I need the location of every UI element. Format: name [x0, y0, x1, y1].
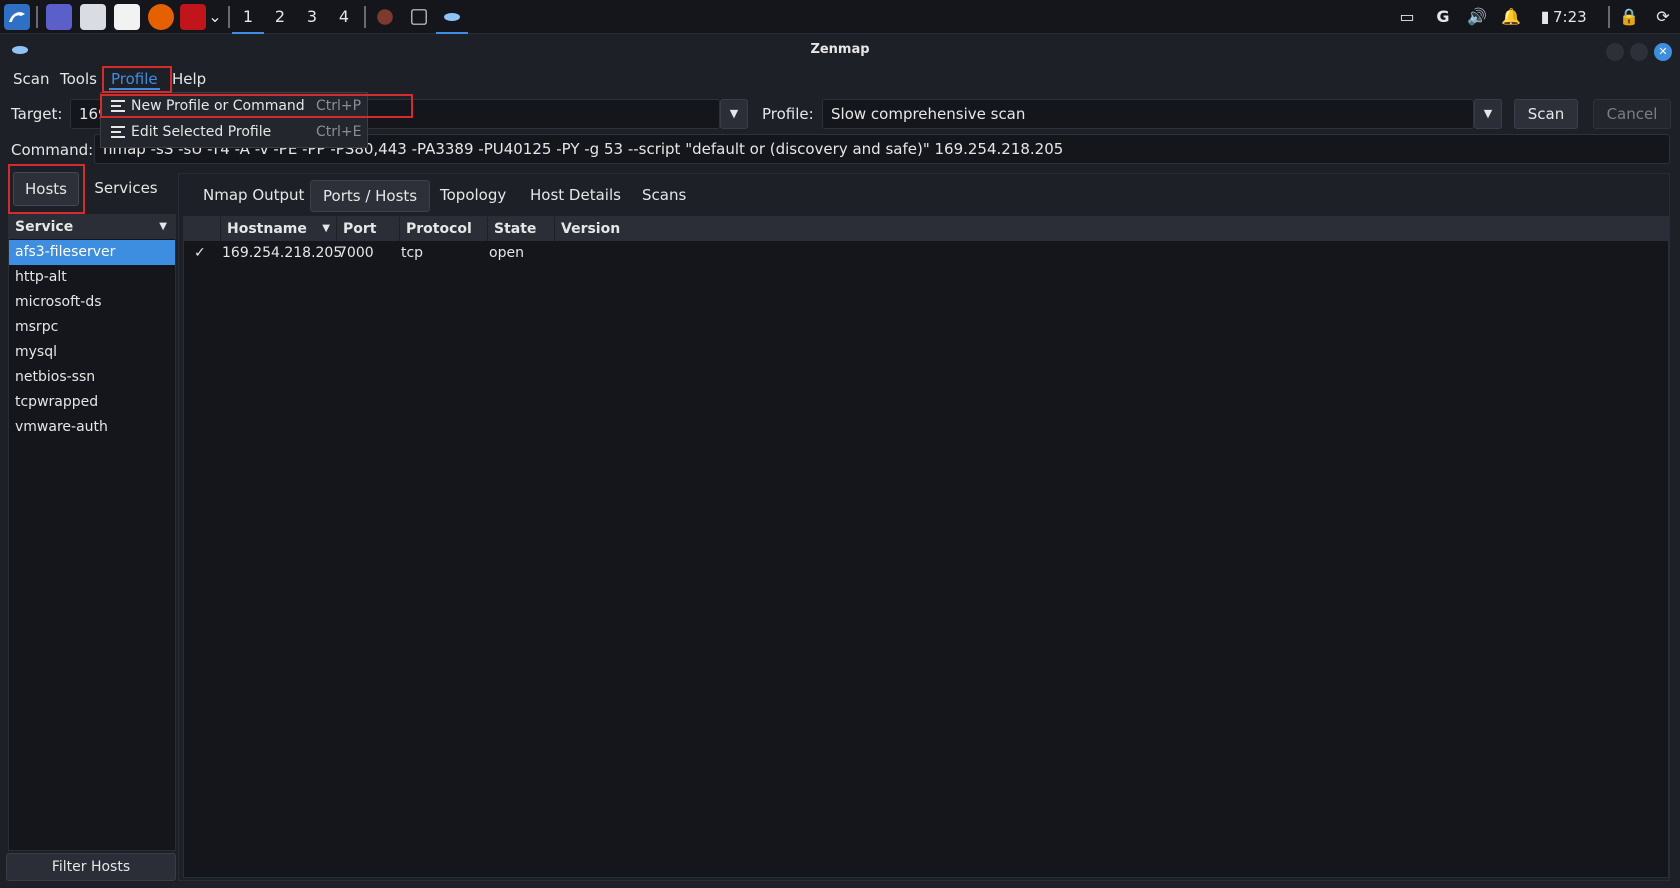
service-list: Service ▼ afs3-fileserver http-alt micro… — [8, 214, 176, 851]
service-item[interactable]: msrpc — [9, 315, 175, 340]
maximize-button[interactable] — [1630, 43, 1648, 61]
volume-icon[interactable]: 🔊 — [1466, 6, 1488, 28]
chevron-down-icon: ▼ — [159, 221, 167, 232]
target-label: Target: — [11, 105, 63, 123]
menubar: Scan Tools Profile Help — [0, 66, 1680, 94]
clock[interactable]: 7:23 — [1553, 0, 1587, 34]
tab-host-details[interactable]: Host Details — [518, 180, 633, 212]
menu-tools[interactable]: Tools — [58, 70, 99, 88]
scan-button[interactable]: Scan — [1514, 99, 1578, 129]
bell-icon[interactable]: 🔔 — [1500, 6, 1522, 28]
lock-icon[interactable]: 🔒 — [1618, 6, 1640, 28]
text-lines-icon — [111, 100, 125, 112]
service-item[interactable]: netbios-ssn — [9, 365, 175, 390]
tab-ports-hosts[interactable]: Ports / Hosts — [310, 180, 431, 212]
screen-icon[interactable]: ▭ — [1396, 6, 1418, 28]
service-column-header[interactable]: Service ▼ — [9, 215, 175, 239]
zenmap-window-icon[interactable] — [436, 0, 468, 34]
kali-menu-icon[interactable] — [4, 4, 30, 30]
g-icon[interactable]: G — [1432, 6, 1454, 28]
firefox-window-icon[interactable] — [377, 9, 393, 25]
workspace-2[interactable]: 2 — [264, 0, 296, 34]
window-title: Zenmap — [810, 42, 870, 57]
services-toggle[interactable]: Services — [86, 172, 166, 206]
command-label: Command: — [11, 141, 94, 159]
service-item[interactable]: afs3-fileserver — [9, 240, 175, 265]
workspace-4[interactable]: 4 — [328, 0, 360, 34]
close-button[interactable]: ✕ — [1654, 43, 1672, 61]
service-item[interactable]: microsoft-ds — [9, 290, 175, 315]
menu-item-edit-profile[interactable]: Edit Selected Profile Ctrl+E — [101, 120, 367, 146]
minimize-button[interactable] — [1606, 43, 1624, 61]
menu-item-label: Edit Selected Profile — [131, 124, 272, 140]
results-panel: Nmap Output Ports / Hosts Topology Host … — [178, 173, 1670, 881]
service-item[interactable]: mysql — [9, 340, 175, 365]
table-row[interactable]: ✓ 169.254.218.205 7000 tcp open — [184, 217, 1668, 269]
service-item[interactable]: tcpwrapped — [9, 390, 175, 415]
menu-item-new-profile[interactable]: New Profile or Command Ctrl+P — [101, 94, 367, 120]
window-titlebar: Zenmap ✕ — [0, 34, 1680, 66]
workspace-3[interactable]: 3 — [296, 0, 328, 34]
service-header-label: Service — [15, 219, 74, 235]
tab-scans[interactable]: Scans — [630, 180, 698, 212]
file-manager-icon[interactable] — [80, 4, 106, 30]
firefox-icon[interactable] — [148, 4, 174, 30]
service-item[interactable]: vmware-auth — [9, 415, 175, 440]
tab-topology[interactable]: Topology — [428, 180, 518, 212]
menu-item-shortcut: Ctrl+P — [316, 98, 362, 114]
tab-nmap-output[interactable]: Nmap Output — [191, 180, 316, 212]
taskbar: ⌄ 1 2 3 4 ▭ G 🔊 🔔 ▮ 7:23 🔒 ⟳ — [0, 0, 1680, 34]
profile-label: Profile: — [762, 105, 814, 123]
taskbar-separator — [364, 6, 366, 28]
desktop-icon[interactable] — [46, 4, 72, 30]
target-dropdown-button[interactable]: ▼ — [720, 99, 748, 129]
cancel-button[interactable]: Cancel — [1593, 99, 1671, 129]
profile-dropdown-button[interactable]: ▼ — [1474, 99, 1502, 129]
cell-port: 7000 — [338, 245, 374, 261]
filter-hosts-button[interactable]: Filter Hosts — [6, 853, 176, 881]
check-icon: ✓ — [194, 245, 206, 261]
profile-menu: New Profile or Command Ctrl+P Edit Selec… — [100, 92, 368, 148]
terminal-icon[interactable] — [180, 4, 206, 30]
cell-state: open — [489, 245, 524, 261]
service-item[interactable]: http-alt — [9, 265, 175, 290]
terminal-window-icon[interactable] — [411, 9, 427, 25]
taskbar-separator — [36, 6, 38, 28]
taskbar-separator — [1608, 6, 1610, 28]
menu-help[interactable]: Help — [170, 70, 208, 88]
ports-table: Hostname ▼ Port Protocol State Version ✓… — [183, 216, 1669, 878]
taskbar-separator — [228, 6, 230, 28]
chevron-down-icon[interactable]: ⌄ — [204, 6, 226, 28]
menu-item-shortcut: Ctrl+E — [316, 124, 362, 140]
menu-profile[interactable]: Profile — [109, 70, 160, 90]
workspace-1[interactable]: 1 — [232, 0, 264, 34]
menu-item-label: New Profile or Command — [131, 98, 305, 114]
cell-protocol: tcp — [401, 245, 424, 261]
cell-hostname: 169.254.218.205 — [222, 245, 343, 261]
profile-combo[interactable]: Slow comprehensive scan — [822, 99, 1474, 129]
logout-icon[interactable]: ⟳ — [1652, 6, 1674, 28]
menu-scan[interactable]: Scan — [11, 70, 51, 88]
list-icon — [111, 126, 125, 138]
text-editor-icon[interactable] — [114, 4, 140, 30]
hosts-toggle[interactable]: Hosts — [13, 172, 79, 206]
